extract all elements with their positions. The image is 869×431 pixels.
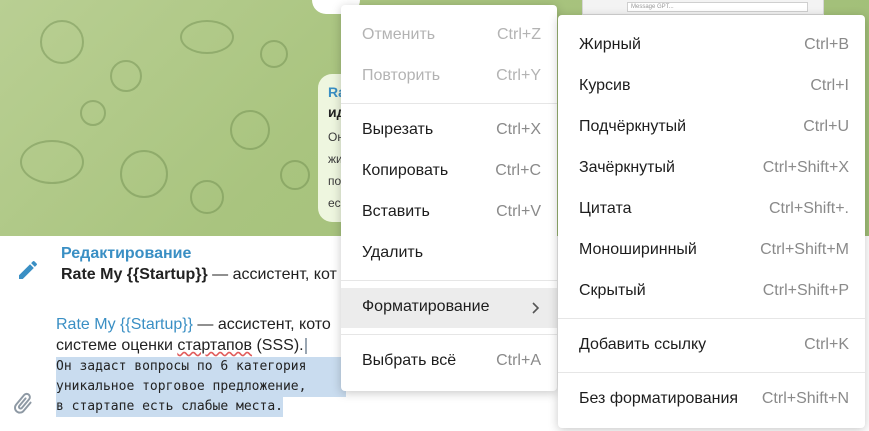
- menu-item-label: Выбрать всё: [362, 352, 457, 369]
- menu-item-add-link[interactable]: Добавить ссылку Ctrl+K: [558, 326, 865, 366]
- message-text: (SSS).: [252, 337, 304, 354]
- menu-item-shortcut: Ctrl+C: [495, 162, 541, 179]
- menu-item-label: Вставить: [362, 203, 430, 220]
- menu-item-shortcut: Ctrl+V: [496, 203, 541, 220]
- menu-item-shortcut: Ctrl+Shift+N: [761, 390, 849, 407]
- menu-separator: [558, 318, 865, 319]
- menu-item-label: Вырезать: [362, 121, 434, 138]
- embedded-input: Message GPT...: [627, 2, 808, 12]
- menu-item-label: Отменить: [362, 26, 436, 43]
- text-cursor: [304, 337, 307, 354]
- menu-item-clear-formatting[interactable]: Без форматирования Ctrl+Shift+N: [558, 380, 865, 420]
- menu-item-shortcut: Ctrl+X: [496, 121, 541, 138]
- menu-item-label: Подчёркнутый: [579, 118, 687, 135]
- menu-item-cut[interactable]: Вырезать Ctrl+X: [341, 111, 557, 151]
- menu-item-shortcut: Ctrl+Z: [497, 26, 541, 43]
- message-link-text: Rate My {{Startup}}: [56, 316, 193, 333]
- menu-separator: [341, 334, 557, 335]
- menu-item-underline[interactable]: Подчёркнутый Ctrl+U: [558, 108, 865, 148]
- menu-item-shortcut: Ctrl+Shift+P: [762, 282, 849, 299]
- formatting-submenu: Жирный Ctrl+B Курсив Ctrl+I Подчёркнутый…: [558, 15, 865, 428]
- menu-item-shortcut: Ctrl+Y: [496, 67, 541, 84]
- menu-item-label: Зачёркнутый: [579, 159, 675, 176]
- message-input-line[interactable]: Rate My {{Startup}} — ассистент, кото: [56, 316, 331, 334]
- chevron-right-icon: [532, 302, 540, 314]
- paperclip-icon[interactable]: [10, 391, 36, 417]
- menu-item-label: Без форматирования: [579, 390, 739, 407]
- misspelled-word: стартапов: [177, 337, 253, 354]
- doodle-shape: [190, 180, 224, 214]
- editing-title: Редактирование: [61, 245, 192, 262]
- menu-item-shortcut: Ctrl+K: [804, 336, 849, 353]
- menu-item-label: Жирный: [579, 36, 641, 53]
- menu-item-label: Удалить: [362, 244, 424, 261]
- message-text: — ассистент, кото: [192, 316, 331, 333]
- menu-item-shortcut: Ctrl+B: [804, 36, 849, 53]
- doodle-shape: [80, 100, 106, 126]
- editing-preview[interactable]: Rate My {{Startup}} — ассистент, кот: [61, 266, 337, 284]
- menu-item-shortcut: Ctrl+Shift+X: [762, 159, 849, 176]
- doodle-shape: [110, 60, 142, 92]
- editing-preview-text: — ассистент, кот: [207, 266, 337, 283]
- message-text: системе оценки: [56, 337, 178, 354]
- doodle-shape: [260, 40, 288, 68]
- pencil-icon: [19, 260, 37, 279]
- menu-item-italic[interactable]: Курсив Ctrl+I: [558, 67, 865, 107]
- menu-item-monospace[interactable]: Моноширинный Ctrl+Shift+M: [558, 231, 865, 271]
- menu-separator: [341, 280, 557, 281]
- selected-monospace-line[interactable]: уникальное торговое предложение,: [56, 377, 346, 397]
- menu-item-label: Форматирование: [362, 298, 490, 315]
- bubble-text: по: [328, 174, 342, 188]
- menu-item-label: Копировать: [362, 162, 449, 179]
- menu-item-shortcut: Ctrl+I: [810, 77, 849, 94]
- menu-item-label: Скрытый: [579, 282, 646, 299]
- doodle-shape: [120, 150, 168, 198]
- editing-preview-bold: Rate My {{Startup}}: [61, 266, 208, 283]
- menu-item-shortcut: Ctrl+Shift+.: [768, 200, 849, 217]
- embedded-screenshot: Message GPT...: [582, 0, 824, 15]
- selected-monospace-line[interactable]: Он задаст вопросы по 6 категория: [56, 357, 346, 377]
- edit-context-menu: Отменить Ctrl+Z Повторить Ctrl+Y Вырезат…: [341, 5, 557, 391]
- menu-item-undo[interactable]: Отменить Ctrl+Z: [341, 16, 557, 56]
- menu-item-quote[interactable]: Цитата Ctrl+Shift+.: [558, 190, 865, 230]
- menu-item-label: Цитата: [579, 200, 632, 217]
- menu-item-select-all[interactable]: Выбрать всё Ctrl+A: [341, 342, 557, 382]
- menu-item-delete[interactable]: Удалить: [341, 234, 557, 274]
- menu-item-label: Добавить ссылку: [579, 336, 707, 353]
- bubble-text: ес: [328, 196, 341, 210]
- menu-item-label: Моноширинный: [579, 241, 697, 258]
- doodle-shape: [230, 110, 270, 150]
- menu-item-spoiler[interactable]: Скрытый Ctrl+Shift+P: [558, 272, 865, 312]
- menu-item-shortcut: Ctrl+Shift+M: [760, 241, 849, 258]
- doodle-shape: [40, 20, 84, 64]
- menu-item-shortcut: Ctrl+U: [803, 118, 849, 135]
- menu-separator: [558, 372, 865, 373]
- doodle-shape: [20, 140, 84, 184]
- menu-item-copy[interactable]: Копировать Ctrl+C: [341, 152, 557, 192]
- menu-item-redo[interactable]: Повторить Ctrl+Y: [341, 57, 557, 97]
- message-input-line[interactable]: системе оценки стартапов (SSS).: [56, 337, 307, 355]
- menu-item-strikethrough[interactable]: Зачёркнутый Ctrl+Shift+X: [558, 149, 865, 189]
- menu-item-shortcut: Ctrl+A: [496, 352, 541, 369]
- menu-item-label: Повторить: [362, 67, 441, 84]
- menu-item-paste[interactable]: Вставить Ctrl+V: [341, 193, 557, 233]
- menu-item-label: Курсив: [579, 77, 631, 94]
- selected-monospace-line[interactable]: в стартапе есть слабые места.: [56, 397, 283, 417]
- menu-separator: [341, 103, 557, 104]
- doodle-shape: [180, 20, 234, 54]
- menu-item-bold[interactable]: Жирный Ctrl+B: [558, 26, 865, 66]
- doodle-shape: [280, 160, 310, 190]
- menu-item-formatting[interactable]: Форматирование: [341, 288, 557, 328]
